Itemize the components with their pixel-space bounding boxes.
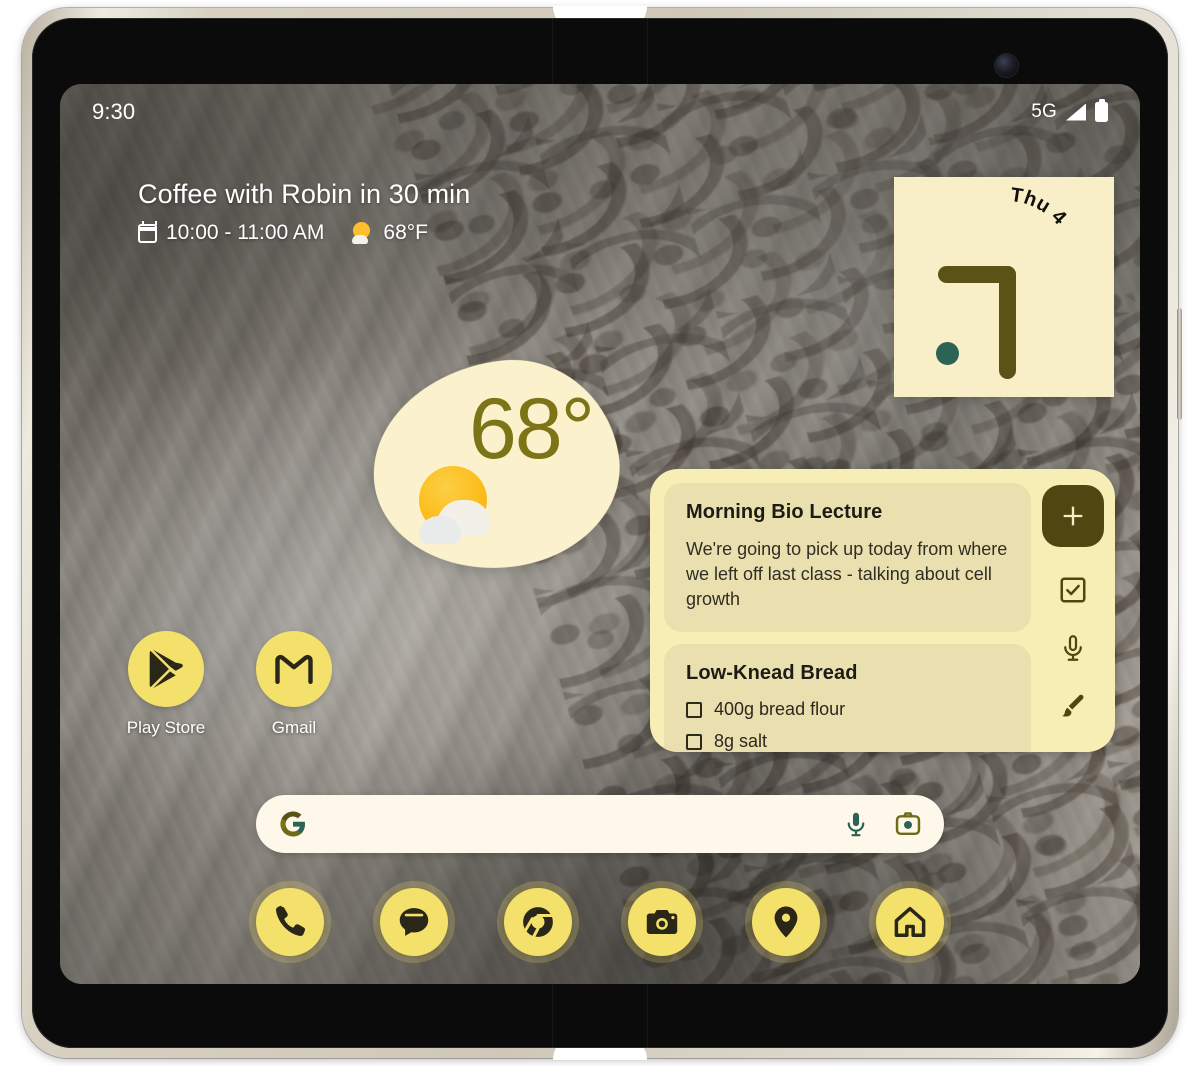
clock-widget[interactable]: Thu 4 xyxy=(894,177,1114,397)
network-type-label: 5G xyxy=(1031,101,1057,122)
voice-search-button[interactable] xyxy=(842,810,870,838)
clock-accent-dot xyxy=(936,342,959,365)
lens-search-button[interactable] xyxy=(894,810,922,838)
current-temperature: 68°F xyxy=(383,221,428,244)
app-icon-container[interactable] xyxy=(128,631,204,707)
google-search-bar[interactable] xyxy=(256,795,944,853)
checkbox-icon xyxy=(1060,577,1086,603)
plus-icon xyxy=(1063,506,1083,526)
google-g-icon xyxy=(278,809,308,839)
app-gmail[interactable]: Gmail xyxy=(240,631,348,738)
chrome-icon xyxy=(523,907,554,938)
notes-action-rail xyxy=(1031,469,1115,752)
note-checklist-item[interactable]: 400g bread flour xyxy=(686,699,1009,720)
dock-item-maps[interactable] xyxy=(752,888,820,956)
messages-icon xyxy=(399,908,429,936)
maps-pin-icon xyxy=(774,906,798,938)
clock-face xyxy=(894,177,1114,397)
status-bar: 9:30 5G xyxy=(60,84,1140,140)
checkbox-unchecked-icon[interactable] xyxy=(686,701,702,718)
notes-widget[interactable]: Morning Bio Lecture We're going to pick … xyxy=(650,469,1115,752)
status-clock: 9:30 xyxy=(92,99,136,124)
note-checklist-label: 400g bread flour xyxy=(714,699,846,720)
note-checklist-item[interactable]: 8g salt xyxy=(686,731,1009,752)
add-note-button[interactable] xyxy=(1042,485,1104,547)
app-play-store[interactable]: Play Store xyxy=(112,631,220,738)
sun-behind-cloud-icon xyxy=(413,466,505,544)
voice-note-button[interactable] xyxy=(1058,633,1088,663)
note-card[interactable]: Low-Knead Bread 400g bread flour 8g salt xyxy=(664,644,1031,752)
phone-icon xyxy=(276,905,306,936)
camera-icon xyxy=(646,909,678,935)
calendar-icon xyxy=(138,220,157,243)
weather-temperature: 68° xyxy=(469,381,595,477)
home-icon xyxy=(894,906,926,938)
drawing-note-button[interactable] xyxy=(1058,691,1088,721)
microphone-icon xyxy=(1064,635,1082,661)
clock-hour-hand xyxy=(999,266,1016,379)
new-list-button[interactable] xyxy=(1058,575,1088,605)
checkbox-unchecked-icon[interactable] xyxy=(686,733,702,750)
app-label: Gmail xyxy=(271,718,317,737)
notes-list: Morning Bio Lecture We're going to pick … xyxy=(650,469,1031,752)
app-label: Play Store xyxy=(126,718,206,737)
at-a-glance-details: 10:00 - 11:00 AM 68°F xyxy=(138,220,470,245)
note-title: Low-Knead Bread xyxy=(686,662,858,685)
note-body: We're going to pick up today from where … xyxy=(686,539,1008,610)
play-store-icon xyxy=(149,649,183,689)
sun-cloud-icon xyxy=(350,222,374,244)
foldable-device: 9:30 5G Coffee with Robin in 30 min 10:0… xyxy=(22,6,1182,1060)
dock-item-chrome[interactable] xyxy=(504,888,572,956)
weather-widget[interactable]: 68° xyxy=(361,347,631,583)
at-a-glance-widget[interactable]: Coffee with Robin in 30 min 10:00 - 11:0… xyxy=(138,179,470,245)
note-checklist-label: 8g salt xyxy=(714,731,768,752)
power-button[interactable] xyxy=(1177,308,1182,420)
dock xyxy=(256,884,944,960)
brush-icon xyxy=(1062,694,1084,717)
microphone-icon xyxy=(847,812,865,837)
home-screen[interactable]: 9:30 5G Coffee with Robin in 30 min 10:0… xyxy=(60,84,1140,984)
dock-item-home[interactable] xyxy=(876,888,944,956)
dock-item-phone[interactable] xyxy=(256,888,324,956)
event-time-range: 10:00 - 11:00 AM xyxy=(166,221,325,244)
app-icon-container[interactable] xyxy=(256,631,332,707)
front-camera-icon xyxy=(995,54,1018,77)
google-lens-icon xyxy=(895,812,921,836)
dock-item-messages[interactable] xyxy=(380,888,448,956)
note-title: Morning Bio Lecture xyxy=(686,501,883,523)
at-a-glance-title: Coffee with Robin in 30 min xyxy=(138,179,471,209)
status-indicators: 5G xyxy=(1031,101,1108,123)
gmail-icon xyxy=(275,654,313,685)
battery-full-icon xyxy=(1095,102,1108,122)
dock-item-camera[interactable] xyxy=(628,888,696,956)
signal-bars-icon xyxy=(1066,103,1086,121)
note-card[interactable]: Morning Bio Lecture We're going to pick … xyxy=(664,483,1031,633)
